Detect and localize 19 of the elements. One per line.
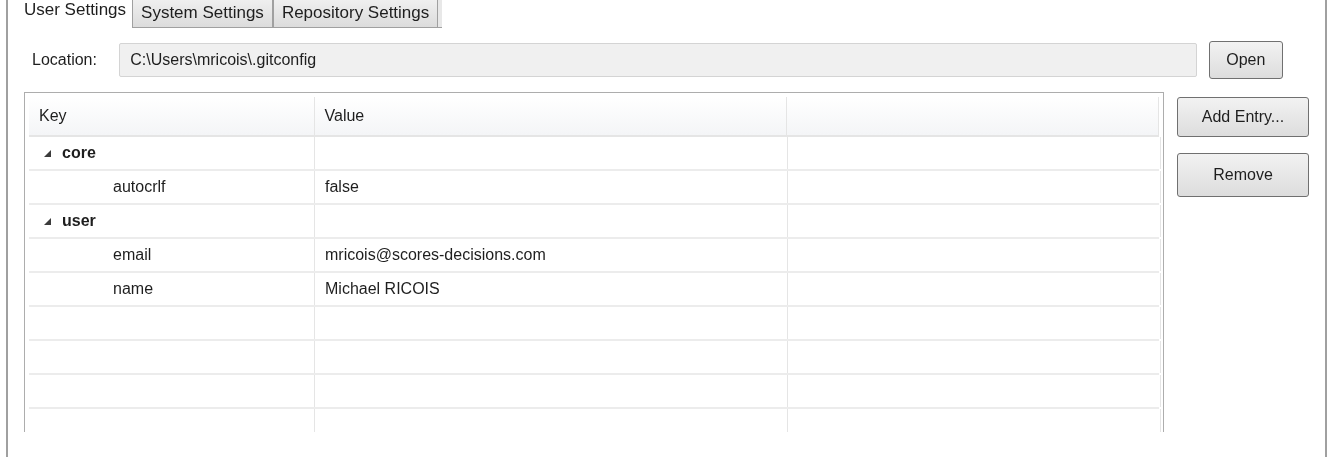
open-button[interactable]: Open [1208, 41, 1283, 79]
column-header[interactable]: Value [314, 97, 787, 135]
table-cell-text: mricois@scores-decisions.com [324, 245, 546, 265]
button[interactable]: Remove [1177, 153, 1309, 197]
table-cell-text: autocrlf [112, 177, 166, 197]
table-cell-text: core [62, 143, 96, 163]
tab[interactable]: Repository Settings [272, 0, 439, 28]
expanded-triangle-icon[interactable] [43, 216, 52, 226]
button[interactable]: Add Entry... [1177, 97, 1309, 137]
table-cell-text: false [324, 177, 359, 197]
location-label: Location: [32, 50, 98, 70]
tab[interactable]: System Settings [132, 0, 273, 28]
table-cell-text: user [62, 211, 96, 231]
location-field[interactable]: C:\Users\mricois\.gitconfig [119, 43, 1197, 77]
table-cell-text: name [112, 279, 154, 299]
table-cell-text: Michael RICOIS [324, 279, 440, 299]
column-header[interactable]: Key [29, 97, 315, 135]
expanded-triangle-icon[interactable] [43, 148, 52, 158]
table-cell-text: email [112, 245, 152, 265]
